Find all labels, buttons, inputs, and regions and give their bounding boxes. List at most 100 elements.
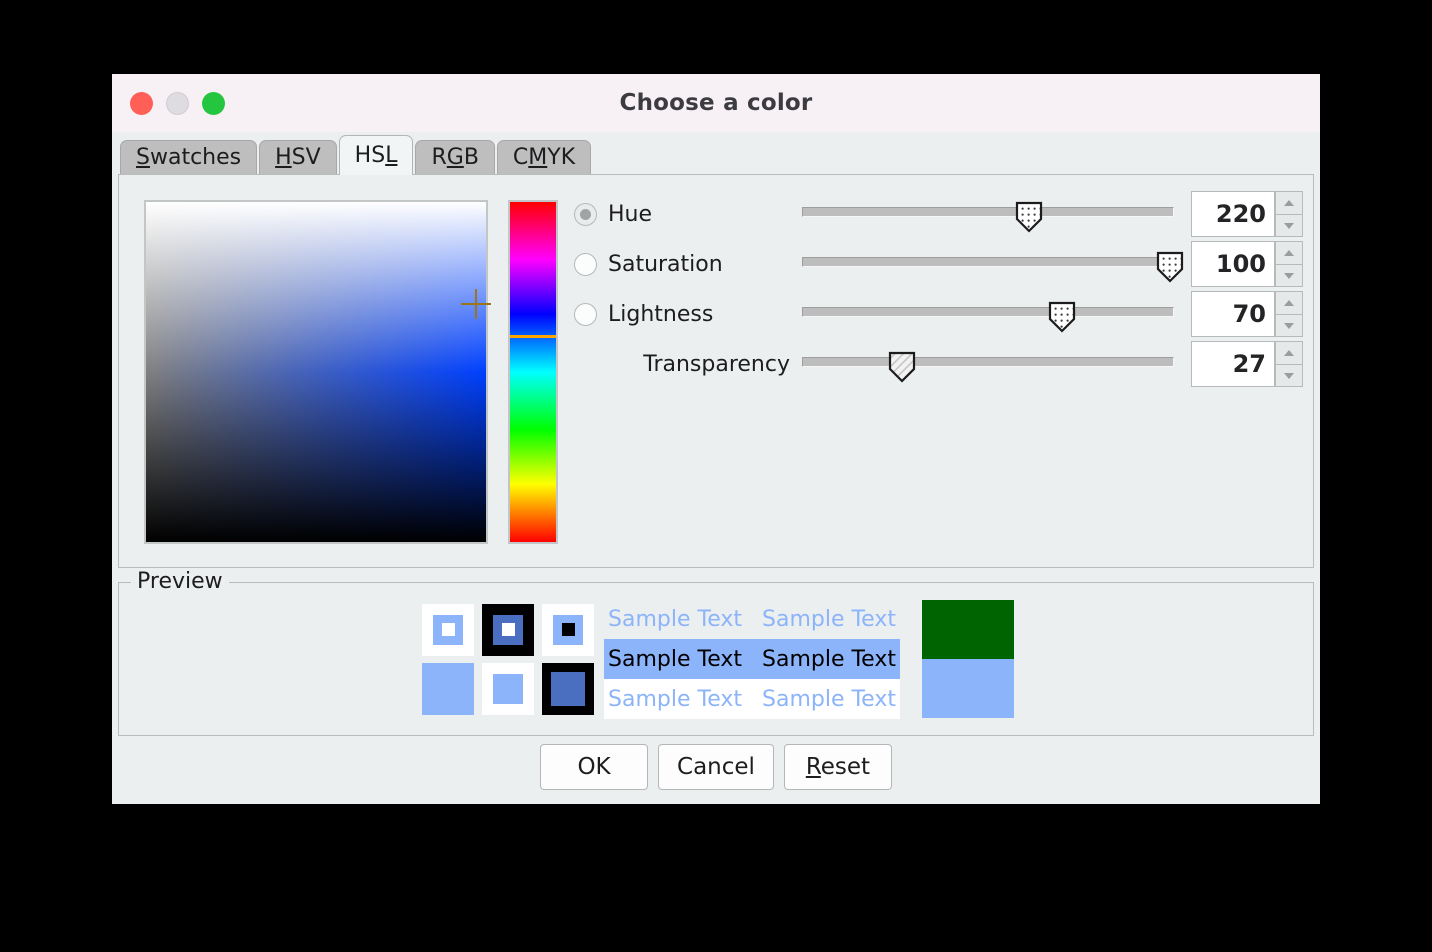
transparency-value-field[interactable]: 27 bbox=[1191, 341, 1275, 387]
reset-button[interactable]: Reset bbox=[783, 744, 892, 790]
transparency-label: Transparency bbox=[643, 351, 790, 377]
preview-content: Sample Text Sample Text Sample Text Samp… bbox=[119, 583, 1313, 735]
tab-hsl-label: HSL bbox=[354, 143, 398, 168]
preview-swatch bbox=[538, 659, 598, 718]
preview-group: Preview Sample Text Sample Text Sample T… bbox=[118, 569, 1314, 736]
transparency-control-row: Transparency 27 bbox=[574, 339, 1303, 389]
saturation-radio-button[interactable] bbox=[574, 252, 597, 276]
chevron-down-icon bbox=[1284, 322, 1294, 329]
tab-rgb[interactable]: RGB bbox=[415, 140, 495, 174]
chevron-up-icon bbox=[1284, 300, 1294, 306]
saturation-spinner[interactable]: 100 bbox=[1191, 241, 1303, 287]
sample-text-a: Sample Text bbox=[608, 646, 742, 672]
transparency-slider[interactable] bbox=[802, 343, 1174, 385]
transparency-increment-button[interactable] bbox=[1275, 341, 1303, 364]
lightness-spinner-buttons bbox=[1275, 291, 1303, 337]
hue-increment-button[interactable] bbox=[1275, 191, 1303, 214]
saturation-control-row: Saturation 100 bbox=[574, 239, 1303, 289]
saturation-lightness-field[interactable] bbox=[144, 200, 491, 544]
preview-color-block bbox=[921, 600, 1014, 718]
saturation-value-field[interactable]: 100 bbox=[1191, 241, 1275, 287]
sample-text-row: Sample Text Sample Text bbox=[604, 599, 900, 639]
preview-swatch bbox=[418, 600, 478, 659]
preview-color-block-top bbox=[921, 600, 1014, 659]
title-bar: Choose a color bbox=[112, 74, 1320, 132]
lightness-spinner[interactable]: 70 bbox=[1191, 291, 1303, 337]
dialog-button-bar: OK Cancel Reset bbox=[112, 736, 1320, 804]
lightness-slider-thumb[interactable] bbox=[1048, 301, 1076, 333]
hue-spinner[interactable]: 220 bbox=[1191, 191, 1303, 237]
tab-swatches[interactable]: Swatches bbox=[120, 140, 258, 174]
ok-button[interactable]: OK bbox=[540, 744, 649, 790]
close-window-button[interactable] bbox=[130, 91, 153, 115]
hue-slider[interactable] bbox=[802, 193, 1174, 235]
saturation-slider-thumb[interactable] bbox=[1156, 251, 1184, 283]
hue-control-row: Hue 220 bbox=[574, 189, 1303, 239]
lightness-control-row: Lightness 70 bbox=[574, 289, 1303, 339]
transparency-slider-thumb[interactable] bbox=[888, 351, 916, 383]
preview-swatch bbox=[478, 600, 538, 659]
transparency-slider-track[interactable] bbox=[802, 357, 1174, 367]
hsl-controls: Hue 220 Saturation 100 Lightness 70 Tran… bbox=[574, 189, 1303, 557]
chevron-down-icon bbox=[1284, 222, 1294, 229]
saturation-slider-track[interactable] bbox=[802, 257, 1174, 267]
sample-text-row: Sample Text Sample Text bbox=[604, 679, 900, 719]
hue-spinner-buttons bbox=[1275, 191, 1303, 237]
saturation-slider[interactable] bbox=[802, 243, 1184, 285]
ok-button-label: OK bbox=[577, 754, 611, 780]
tab-bar: Swatches HSV HSL RGB CMYK bbox=[112, 132, 1320, 175]
saturation-lightness-gradient[interactable] bbox=[146, 202, 486, 542]
hue-slider-track[interactable] bbox=[802, 207, 1174, 217]
cancel-button[interactable]: Cancel bbox=[658, 744, 774, 790]
hue-decrement-button[interactable] bbox=[1275, 214, 1303, 237]
lightness-label: Lightness bbox=[608, 301, 714, 327]
hue-marker-icon bbox=[510, 334, 556, 338]
transparency-decrement-button[interactable] bbox=[1275, 364, 1303, 387]
tab-cmyk-label: CMYK bbox=[512, 145, 576, 170]
tab-rgb-label: RGB bbox=[431, 145, 479, 170]
hue-value-field[interactable]: 220 bbox=[1191, 191, 1275, 237]
sample-text-a: Sample Text bbox=[608, 606, 742, 632]
maximize-window-button[interactable] bbox=[202, 91, 225, 115]
lightness-increment-button[interactable] bbox=[1275, 291, 1303, 314]
tab-cmyk[interactable]: CMYK bbox=[496, 140, 592, 174]
saturation-label: Saturation bbox=[608, 251, 723, 277]
sample-text-b: Sample Text bbox=[762, 686, 896, 712]
transparency-spinner-buttons bbox=[1275, 341, 1303, 387]
hue-gradient[interactable] bbox=[510, 202, 556, 542]
lightness-radio-button[interactable] bbox=[574, 302, 597, 326]
tab-swatches-label: Swatches bbox=[136, 145, 242, 170]
preview-swatch-grid bbox=[418, 600, 598, 718]
transparency-spinner[interactable]: 27 bbox=[1191, 341, 1303, 387]
hue-slider-thumb[interactable] bbox=[1015, 201, 1043, 233]
screen-root: Choose a color Swatches HSV HSL RGB CMYK bbox=[0, 0, 1432, 952]
tab-hsv-label: HSV bbox=[275, 145, 321, 170]
transparency-label-group: Transparency bbox=[574, 352, 790, 377]
hue-radio-group[interactable]: Hue bbox=[574, 202, 790, 227]
lightness-value-field[interactable]: 70 bbox=[1191, 291, 1275, 337]
sample-text-a: Sample Text bbox=[608, 686, 742, 712]
window-title: Choose a color bbox=[619, 90, 813, 116]
chevron-up-icon bbox=[1284, 350, 1294, 356]
tab-hsv[interactable]: HSV bbox=[259, 140, 337, 174]
hue-label: Hue bbox=[608, 201, 653, 227]
cancel-button-label: Cancel bbox=[677, 754, 755, 780]
minimize-window-button[interactable] bbox=[166, 91, 189, 115]
saturation-radio-group[interactable]: Saturation bbox=[574, 252, 790, 277]
sample-text-b: Sample Text bbox=[762, 646, 896, 672]
reset-button-label: Reset bbox=[805, 754, 871, 780]
lightness-slider-track[interactable] bbox=[802, 307, 1174, 317]
hue-radio-button[interactable] bbox=[574, 202, 597, 226]
hue-strip[interactable] bbox=[508, 200, 558, 544]
lightness-decrement-button[interactable] bbox=[1275, 314, 1303, 337]
hsl-tab-panel: Hue 220 Saturation 100 Lightness 70 Tran… bbox=[118, 174, 1314, 568]
saturation-decrement-button[interactable] bbox=[1275, 264, 1303, 287]
lightness-slider[interactable] bbox=[802, 293, 1174, 335]
saturation-increment-button[interactable] bbox=[1275, 241, 1303, 264]
preview-swatch bbox=[418, 659, 478, 718]
sample-text-row-selected: Sample Text Sample Text bbox=[604, 639, 900, 679]
preview-sample-texts: Sample Text Sample Text Sample Text Samp… bbox=[604, 599, 900, 719]
lightness-radio-group[interactable]: Lightness bbox=[574, 302, 790, 327]
preview-color-block-bottom bbox=[921, 659, 1014, 718]
tab-hsl[interactable]: HSL bbox=[338, 135, 414, 175]
